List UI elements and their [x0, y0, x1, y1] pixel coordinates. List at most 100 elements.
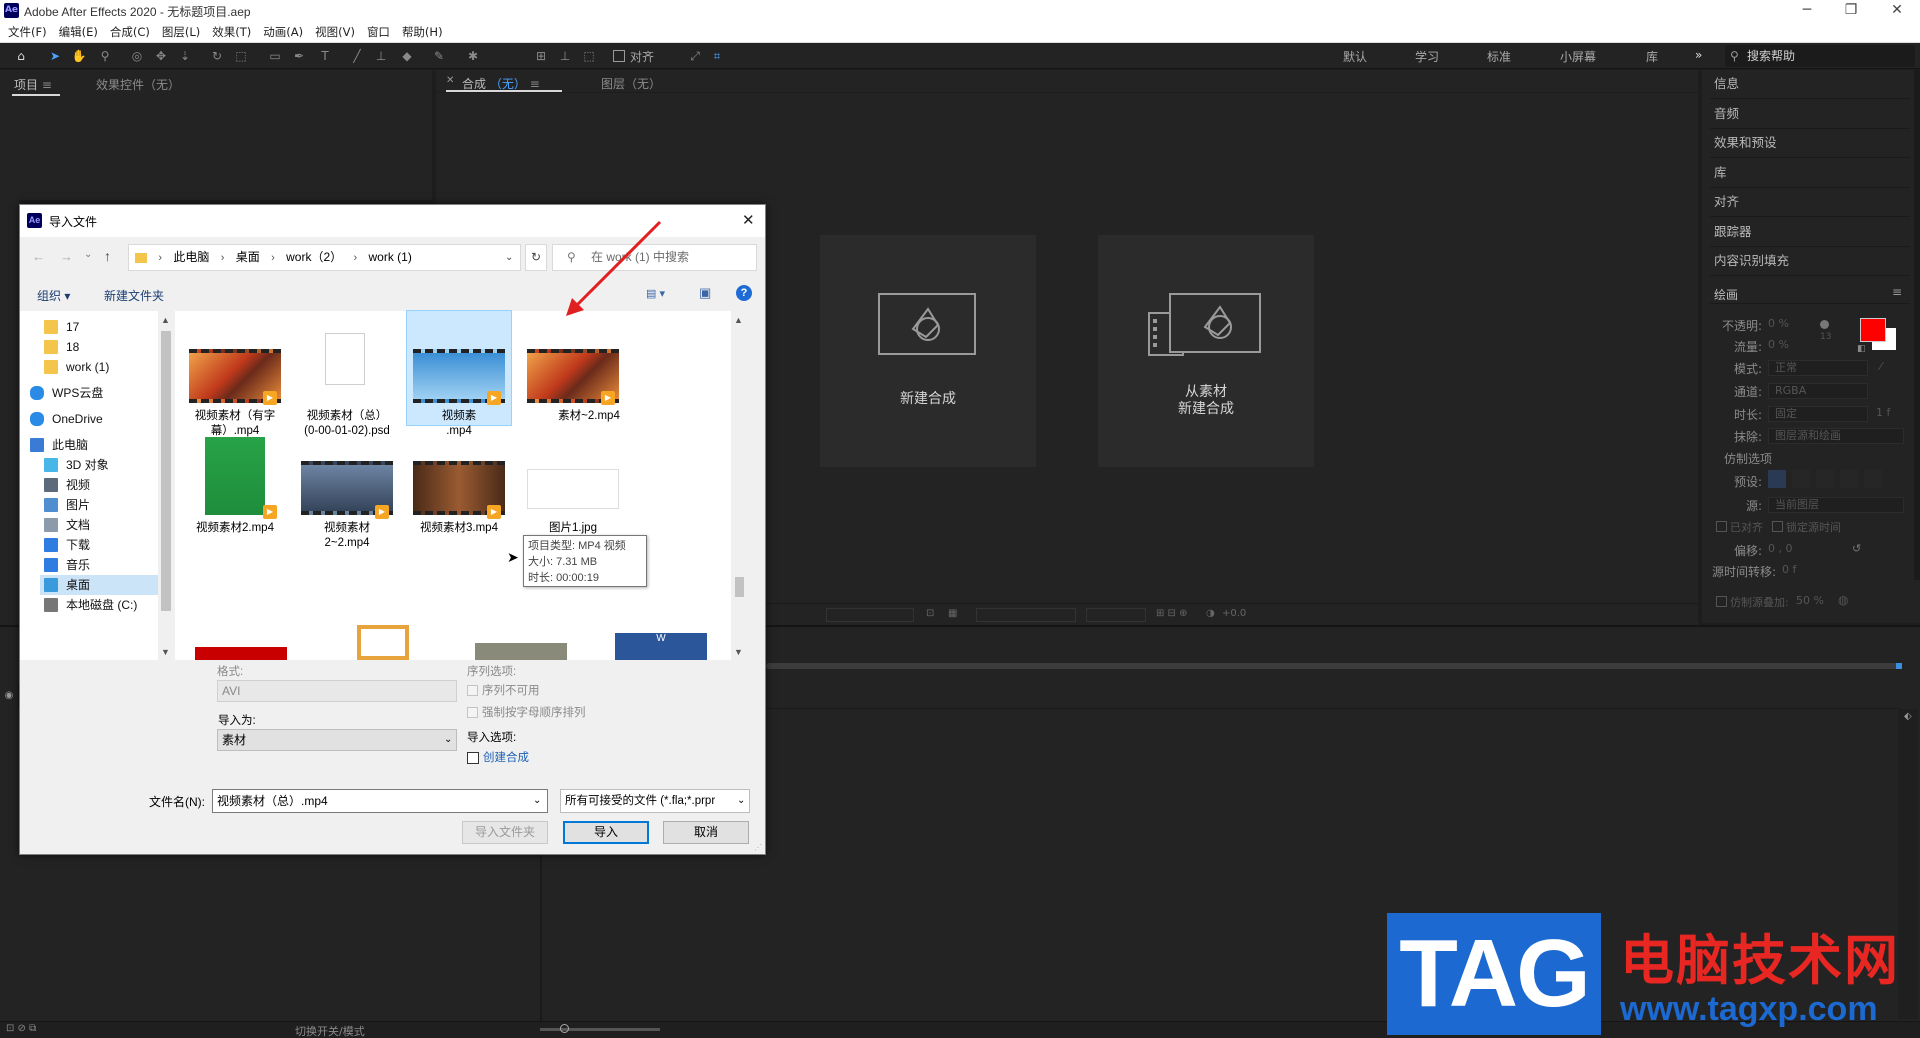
file-item[interactable]: 图片1.jpg: [521, 429, 625, 543]
file-thumb-partial[interactable]: [337, 601, 429, 660]
right-panel-item[interactable]: 效果和预设: [1710, 129, 1910, 158]
workspace-learn[interactable]: 学习: [1415, 48, 1439, 65]
region-icon[interactable]: ⊡: [926, 608, 934, 619]
mode-dropdown[interactable]: 正常: [1768, 360, 1868, 376]
snap-checkbox[interactable]: [613, 50, 625, 62]
search-help-input[interactable]: ⚲ 搜索帮助: [1725, 45, 1915, 67]
menu-item[interactable]: 帮助(H): [396, 22, 449, 42]
file-thumb-partial[interactable]: W: [615, 633, 707, 660]
time-ruler[interactable]: [766, 685, 1900, 709]
file-item[interactable]: 视频素材（总） (0-00-01-02).psd: [295, 311, 399, 437]
close-icon[interactable]: ✕: [1874, 0, 1920, 22]
exposure-value[interactable]: +0.0: [1222, 608, 1246, 619]
breadcrumb-work-1[interactable]: work (1): [364, 245, 415, 270]
footer-toggle-icons[interactable]: ⊡ ⊘ ⧉: [6, 1023, 36, 1034]
resolution-dropdown[interactable]: [826, 608, 914, 622]
home-icon[interactable]: ⌂: [12, 47, 30, 65]
dolly-tool-icon[interactable]: ⇣: [176, 47, 194, 65]
cancel-button[interactable]: 取消: [663, 821, 749, 844]
zoom-tool-icon[interactable]: ⚲: [96, 47, 114, 65]
selection-tool-icon[interactable]: ➤: [46, 47, 64, 65]
snap-options-icon[interactable]: ⤢: [686, 47, 704, 65]
source-time-shift-value[interactable]: 0 f: [1782, 563, 1796, 576]
clone-preset-5-icon[interactable]: [1864, 470, 1882, 488]
menu-item[interactable]: 窗口: [361, 22, 396, 42]
tab-effect-controls[interactable]: 效果控件（无）: [96, 76, 180, 93]
work-area-bar[interactable]: [766, 663, 1900, 669]
file-item[interactable]: ▶ 视频素 .mp4: [406, 310, 512, 437]
clone-preset-3-icon[interactable]: [1816, 470, 1834, 488]
breadcrumb-desktop[interactable]: 桌面: [232, 245, 264, 270]
file-item[interactable]: ▶ 视频素材3.mp4: [407, 429, 511, 543]
format-dropdown[interactable]: AVI: [217, 680, 457, 702]
minimize-icon[interactable]: ─: [1784, 0, 1830, 22]
workspace-small-screen[interactable]: 小屏幕: [1560, 48, 1596, 65]
right-panel-item[interactable]: 内容识别填充: [1710, 247, 1910, 276]
menu-item[interactable]: 视图(V): [309, 22, 361, 42]
maximize-icon[interactable]: ❐: [1828, 0, 1874, 22]
pen-tool-icon[interactable]: ✒: [290, 47, 308, 65]
right-panel-item[interactable]: 库: [1710, 159, 1910, 188]
close-tab-icon[interactable]: ✕: [446, 75, 454, 86]
up-icon[interactable]: ↑: [104, 248, 111, 264]
exposure-icon[interactable]: ◑: [1206, 608, 1215, 619]
flow-value[interactable]: 0 %: [1768, 338, 1789, 351]
file-thumb-partial[interactable]: [195, 647, 287, 660]
orbit-tool-icon[interactable]: ◎: [128, 47, 146, 65]
camera-dropdown[interactable]: [976, 608, 1076, 622]
rectangle-tool-icon[interactable]: ▭: [266, 47, 284, 65]
axis-world-icon[interactable]: ⊥: [556, 47, 574, 65]
nav-item[interactable]: 18: [40, 337, 158, 357]
forward-icon[interactable]: →: [60, 249, 73, 264]
recent-dropdown-icon[interactable]: ⌄: [84, 249, 92, 260]
axis-view-icon[interactable]: ⬚: [580, 47, 598, 65]
nav-item[interactable]: OneDrive: [26, 409, 158, 429]
back-icon[interactable]: ←: [32, 249, 45, 264]
address-bar[interactable]: › 此电脑 › 桌面 › work（2） › work (1) ⌄: [128, 244, 521, 271]
file-type-dropdown[interactable]: 所有可接受的文件 (*.fla;*.prpr ⌄: [560, 789, 750, 813]
rotate-tool-icon[interactable]: ↻: [208, 47, 226, 65]
brush-tool-icon[interactable]: ╱: [348, 47, 366, 65]
nav-item[interactable]: 3D 对象: [40, 455, 158, 475]
fast-preview-icon[interactable]: ⊞ ⊟ ⊕: [1156, 608, 1188, 619]
clone-overlay-value[interactable]: 50 %: [1796, 594, 1824, 607]
file-item[interactable]: ▶ 素材~2.mp4: [521, 311, 625, 425]
nav-item[interactable]: 音乐: [40, 555, 158, 575]
roto-brush-icon[interactable]: ✎: [430, 47, 448, 65]
text-tool-icon[interactable]: T: [316, 47, 334, 65]
menu-item[interactable]: 合成(C): [104, 22, 156, 42]
eraser-tool-icon[interactable]: ◆: [398, 47, 416, 65]
eye-icon[interactable]: ◉: [0, 685, 19, 707]
feather-icon[interactable]: ⌗: [708, 47, 726, 65]
hand-tool-icon[interactable]: ✋: [70, 47, 88, 65]
right-panel-item[interactable]: 音频: [1710, 100, 1910, 129]
zoom-slider[interactable]: [540, 1028, 660, 1031]
puppet-tool-icon[interactable]: ✱: [464, 47, 482, 65]
difference-mode-icon[interactable]: ◍: [1838, 593, 1848, 607]
help-icon[interactable]: ?: [736, 285, 752, 301]
create-composition-checkbox[interactable]: [467, 752, 479, 764]
lock-source-time-checkbox[interactable]: [1772, 521, 1783, 532]
refresh-icon[interactable]: ↻: [525, 244, 547, 271]
duration-dropdown[interactable]: 固定: [1768, 406, 1868, 422]
workspace-overflow-icon[interactable]: »: [1695, 48, 1702, 62]
import-folder-button[interactable]: 导入文件夹: [462, 821, 548, 844]
right-panel-item[interactable]: 对齐: [1710, 188, 1910, 217]
right-panel-item[interactable]: 跟踪器: [1710, 218, 1910, 247]
clone-preset-1-icon[interactable]: [1768, 470, 1786, 488]
nav-item[interactable]: 文档: [40, 515, 158, 535]
channel-dropdown[interactable]: RGBA: [1768, 383, 1868, 399]
reset-offset-icon[interactable]: ↺: [1852, 542, 1861, 555]
breadcrumb-work-2[interactable]: work（2）: [282, 245, 346, 270]
comp-mini-flowchart-icon[interactable]: ⬖: [1904, 711, 1912, 722]
new-composition-card[interactable]: 新建合成: [820, 235, 1036, 467]
nav-item[interactable]: 此电脑: [26, 435, 158, 455]
sequence-checkbox[interactable]: [467, 685, 478, 696]
organize-menu[interactable]: 组织 ▾: [37, 287, 70, 304]
file-item[interactable]: ▶ 视频素材 2~2.mp4: [295, 429, 399, 549]
new-comp-from-footage-card[interactable]: 从素材 新建合成: [1098, 235, 1314, 467]
timeline-scrollbar[interactable]: [1898, 709, 1918, 1019]
brush-tip-icon[interactable]: [1820, 320, 1829, 329]
nav-item[interactable]: 桌面: [40, 575, 158, 595]
tab-project[interactable]: 项目 ≡: [14, 76, 52, 93]
